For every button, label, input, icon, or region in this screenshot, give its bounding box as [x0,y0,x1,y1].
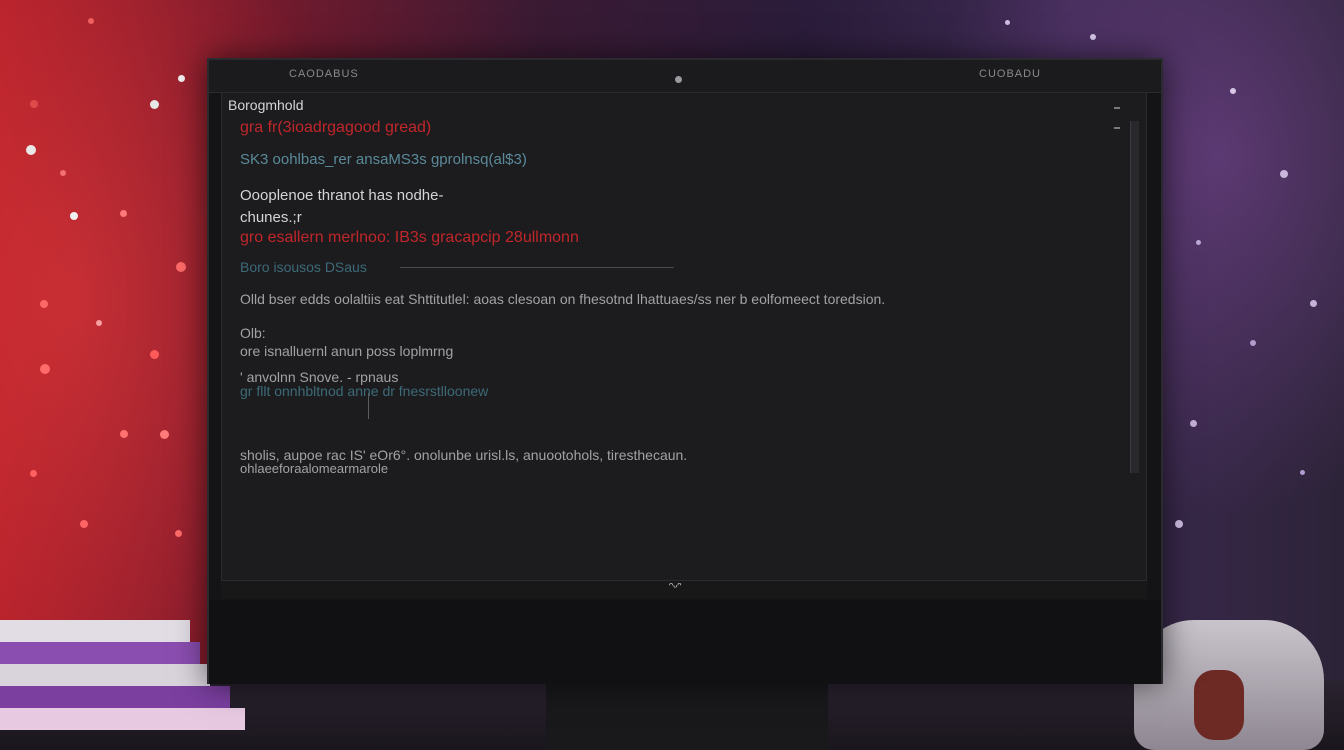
code-line: Oooplenoe thranot has nodhe- [240,187,444,204]
code-line: gr fllt onnhbltnod anne dr fnesrstlloone… [240,383,489,399]
window-title-right: CUOBADU [979,68,1042,80]
code-line: gra fr(3ioadrgagood gread) [240,119,432,136]
scroll-marker [1114,107,1120,109]
monitor-stand [546,684,828,750]
status-bar: ᵔᵕᵔ [221,580,1147,599]
editor-header: Borogmhold [228,97,304,113]
vertical-scrollbar[interactable] [1130,121,1139,473]
text-caret [368,393,369,419]
code-line: Boro isousos DSaus [240,259,367,275]
status-glyph: ᵔᵕᵔ [669,581,682,593]
divider [400,267,674,268]
code-line: ohlaeeforaalomearmarole [240,461,389,476]
monitor: CAODABUS CUOBADU Borogmhold gra fr(3ioad… [207,58,1163,684]
camera-dot-icon [675,76,682,83]
code-line: chunes.;r [240,209,302,226]
text-editor[interactable]: Borogmhold gra fr(3ioadrgagood gread) SK… [221,92,1147,582]
scroll-marker [1114,127,1120,129]
window-titlebar[interactable]: CAODABUS CUOBADU [209,60,1161,93]
window-title-left: CAODABUS [289,68,359,80]
code-line: Olld bser edds oolaltiis eat Shttitutlel… [240,291,886,307]
bottom-panel [209,600,1161,684]
code-line: SK3 oohlbas_rer ansaMS3s gprolnsq(al$3) [240,151,527,168]
code-line: Olb: [240,325,266,341]
code-line: ore isnalluernl anun poss loplmrng [240,343,454,359]
code-line: gro esallern merlnoo: IB3s gracapcip 28u… [240,229,579,246]
